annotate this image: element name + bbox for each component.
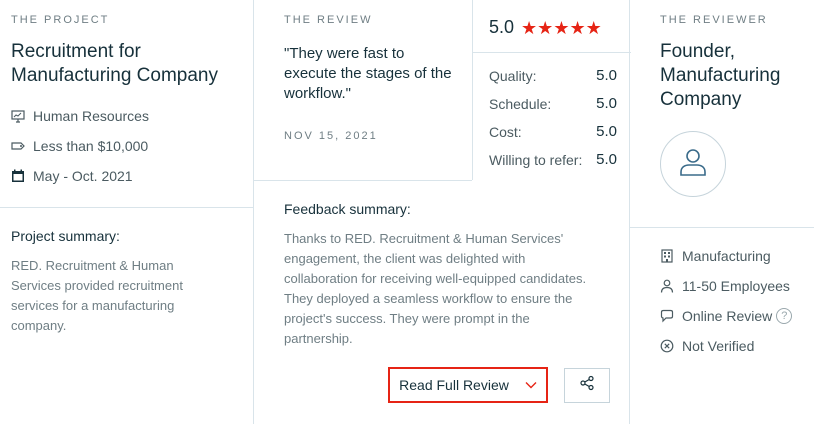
rating-label: Schedule:	[489, 95, 552, 112]
reviewer-size: 11-50 Employees	[660, 278, 790, 294]
reviewer-review-type-text: Online Review	[682, 308, 773, 324]
read-full-review-button[interactable]: Read Full Review	[388, 367, 548, 403]
project-dates: May - Oct. 2021	[11, 168, 133, 184]
person-icon	[660, 279, 674, 293]
overall-rating-value: 5.0	[489, 17, 515, 37]
x-circle-icon	[660, 339, 674, 353]
reviewer-verification: Not Verified	[660, 338, 754, 354]
overall-rating: 5.0 ★ ★ ★ ★ ★	[489, 17, 602, 38]
calendar-icon	[11, 169, 25, 183]
reviewer-eyebrow: THE REVIEWER	[660, 14, 768, 26]
project-title: Recruitment for Manufacturing Company	[11, 41, 218, 86]
share-button[interactable]	[564, 368, 610, 403]
review-quote: "They were fast to execute the stages of…	[284, 45, 452, 102]
star-icon: ★	[553, 17, 570, 38]
rating-value: 5.0	[596, 123, 617, 140]
project-budget-text: Less than $10,000	[33, 138, 149, 154]
project-summary-label: Project summary:	[11, 228, 120, 244]
review-date: NOV 15, 2021	[284, 130, 378, 142]
reviewer-industry: Manufacturing	[660, 248, 771, 264]
rating-row-cost: Cost: 5.0	[489, 123, 617, 140]
avatar	[660, 131, 726, 197]
price-tag-icon	[11, 139, 25, 153]
feedback-summary-label: Feedback summary:	[284, 201, 411, 217]
rating-label: Willing to refer:	[489, 151, 583, 168]
rating-label: Quality:	[489, 67, 537, 84]
project-dates-text: May - Oct. 2021	[33, 168, 133, 184]
rating-label: Cost:	[489, 123, 522, 140]
chat-bubble-icon	[660, 309, 674, 323]
rating-value: 5.0	[596, 67, 617, 84]
user-icon	[677, 146, 709, 183]
star-icon: ★	[521, 17, 538, 38]
reviewer-review-type: Online Review ?	[660, 308, 793, 324]
share-icon	[579, 375, 595, 396]
project-budget: Less than $10,000	[11, 138, 148, 154]
star-icon: ★	[537, 17, 554, 38]
project-eyebrow: THE PROJECT	[11, 14, 110, 26]
reviewer-column: THE REVIEWER Founder, Manufacturing Comp…	[630, 0, 814, 424]
reviewer-verification-text: Not Verified	[682, 338, 755, 354]
reviewer-industry-text: Manufacturing	[682, 248, 771, 264]
divider	[630, 227, 814, 228]
reviewer-title: Founder, Manufacturing Company	[660, 41, 781, 110]
reviewer-size-text: 11-50 Employees	[682, 278, 790, 294]
project-summary-text: RED. Recruitment & Human Services provid…	[11, 258, 183, 333]
project-service-text: Human Resources	[33, 108, 149, 124]
divider	[0, 207, 254, 208]
review-eyebrow: THE REVIEW	[284, 14, 373, 26]
star-icon: ★	[569, 17, 586, 38]
help-icon[interactable]: ?	[776, 308, 793, 324]
building-icon	[660, 249, 674, 263]
rating-row-quality: Quality: 5.0	[489, 67, 617, 84]
star-rating: ★ ★ ★ ★ ★	[521, 19, 602, 37]
divider	[254, 180, 472, 181]
rating-row-refer: Willing to refer: 5.0	[489, 151, 617, 168]
review-column: THE REVIEW "They were fast to execute th…	[254, 0, 631, 424]
presentation-icon	[11, 109, 25, 123]
rating-value: 5.0	[596, 95, 617, 112]
project-column: THE PROJECT Recruitment for Manufacturin…	[0, 0, 254, 424]
read-full-review-label: Read Full Review	[399, 377, 509, 393]
divider	[473, 52, 631, 53]
rating-box: 5.0 ★ ★ ★ ★ ★ Quality: 5.0 Schedule: 5.0 Cos…	[472, 0, 631, 180]
project-service: Human Resources	[11, 108, 149, 124]
rating-value: 5.0	[596, 151, 617, 168]
star-icon: ★	[585, 17, 602, 38]
feedback-summary-text: Thanks to RED. Recruitment & Human Servi…	[284, 231, 587, 346]
chevron-down-icon	[525, 379, 537, 391]
rating-row-schedule: Schedule: 5.0	[489, 95, 617, 112]
